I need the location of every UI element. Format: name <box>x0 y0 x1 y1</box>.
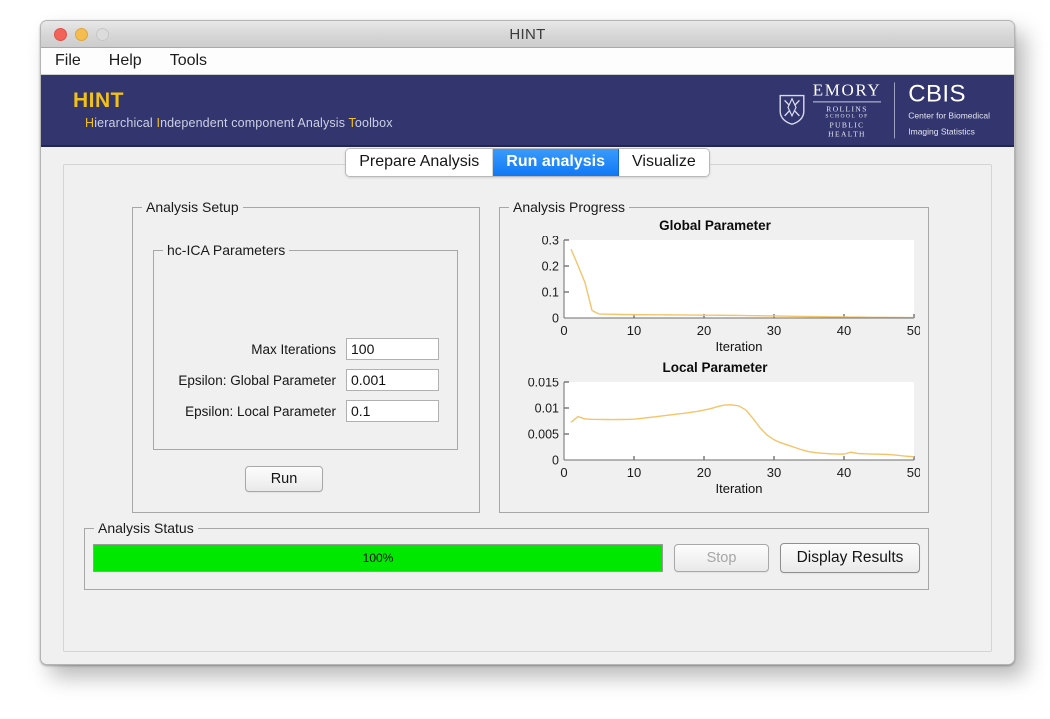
global-parameter-chart-svg: 0 10 20 30 40 50 0 0.1 0.2 0.3 Iteration <box>542 236 920 354</box>
analysis-status-legend: Analysis Status <box>94 520 198 536</box>
cbis-subtitle-line1: Center for Biomedical <box>908 110 990 121</box>
window-title: HINT <box>509 26 546 43</box>
tab-prepare-analysis[interactable]: Prepare Analysis <box>346 149 494 176</box>
cbis-word: CBIS <box>908 80 966 108</box>
brand-title: HINT <box>73 89 124 113</box>
run-button[interactable]: Run <box>245 466 323 492</box>
global-parameter-plot: Global Parameter 0 10 20 30 40 50 0 0.1 0.2 0.3 It… <box>510 218 920 356</box>
analysis-progress-bar: 100% <box>93 544 663 572</box>
content-area: Prepare Analysis Run analysis Visualize … <box>41 147 1014 664</box>
parameter-rows: Max Iterations Epsilon: Global Parameter… <box>154 338 457 431</box>
svg-text:10: 10 <box>627 323 641 338</box>
emory-line-school-of: SCHOOL OF <box>825 113 869 120</box>
svg-text:Iteration: Iteration <box>716 339 763 354</box>
max-iterations-input[interactable] <box>346 338 439 360</box>
max-iterations-label: Max Iterations <box>251 341 336 357</box>
emory-logo: EMORY ROLLINS SCHOOL OF PUBLIC HEALTH <box>779 80 882 139</box>
svg-text:30: 30 <box>767 323 781 338</box>
tab-run-analysis[interactable]: Run analysis <box>493 149 619 176</box>
cbis-logo: CBIS Center for Biomedical Imaging Stati… <box>908 80 990 138</box>
menu-tools[interactable]: Tools <box>168 51 209 71</box>
analysis-status-group: Analysis Status 100% Stop Display Result… <box>84 520 929 590</box>
analysis-setup-group: Analysis Setup hc-ICA Parameters Max Ite… <box>132 199 480 513</box>
analysis-setup-legend: Analysis Setup <box>142 199 243 215</box>
svg-text:0.2: 0.2 <box>542 260 559 274</box>
global-parameter-plot-title: Global Parameter <box>659 218 771 233</box>
menu-file[interactable]: File <box>53 51 83 71</box>
svg-text:0.005: 0.005 <box>528 428 559 442</box>
param-row-epsilon-global: Epsilon: Global Parameter <box>154 369 457 391</box>
hcica-parameters-group: hc-ICA Parameters Max Iterations Epsilon… <box>153 242 458 450</box>
emory-word: EMORY <box>812 80 882 100</box>
emory-line-rollins: ROLLINS <box>826 104 868 114</box>
svg-text:20: 20 <box>697 323 711 338</box>
partner-logos: EMORY ROLLINS SCHOOL OF PUBLIC HEALTH CB… <box>779 81 990 138</box>
svg-text:0: 0 <box>552 454 559 468</box>
svg-text:0.015: 0.015 <box>528 378 559 390</box>
svg-text:0.01: 0.01 <box>535 402 559 416</box>
epsilon-local-label: Epsilon: Local Parameter <box>185 403 336 419</box>
svg-text:30: 30 <box>767 465 781 480</box>
svg-text:50: 50 <box>907 323 920 338</box>
param-row-epsilon-local: Epsilon: Local Parameter <box>154 400 457 422</box>
svg-text:20: 20 <box>697 465 711 480</box>
stop-button[interactable]: Stop <box>674 544 769 572</box>
analysis-progress-label: 100% <box>362 551 394 565</box>
window-titlebar: HINT <box>41 21 1014 48</box>
svg-text:10: 10 <box>627 465 641 480</box>
tab-group: Prepare Analysis Run analysis Visualize <box>345 148 710 177</box>
svg-text:0: 0 <box>552 312 559 326</box>
svg-text:40: 40 <box>837 323 851 338</box>
emory-line-health: HEALTH <box>828 129 866 139</box>
display-results-button[interactable]: Display Results <box>780 543 920 573</box>
svg-text:0: 0 <box>560 465 567 480</box>
svg-text:0.3: 0.3 <box>542 236 559 248</box>
svg-text:0.1: 0.1 <box>542 286 559 300</box>
svg-text:Iteration: Iteration <box>716 481 763 496</box>
epsilon-local-input[interactable] <box>346 400 439 422</box>
menu-help[interactable]: Help <box>107 51 144 71</box>
hint-application-window: HINT File Help Tools HINT Hierarchical I… <box>40 20 1015 665</box>
svg-text:50: 50 <box>907 465 920 480</box>
hcica-parameters-legend: hc-ICA Parameters <box>163 242 290 258</box>
emory-shield-icon <box>779 94 805 126</box>
epsilon-global-label: Epsilon: Global Parameter <box>178 372 336 388</box>
status-controls: 100% Stop Display Results <box>93 543 920 573</box>
param-row-max-iterations: Max Iterations <box>154 338 457 360</box>
analysis-progress-group: Analysis Progress Global Parameter 0 10 20… <box>499 199 929 513</box>
tab-visualize[interactable]: Visualize <box>619 149 709 176</box>
menubar: File Help Tools <box>41 48 1014 75</box>
epsilon-global-input[interactable] <box>346 369 439 391</box>
logo-divider <box>894 81 896 138</box>
tabstrip: Prepare Analysis Run analysis Visualize <box>41 147 1014 177</box>
local-parameter-plot: Local Parameter 0 10 20 30 40 50 0 0.005 0.01 0.0… <box>510 360 920 498</box>
screen: HINT File Help Tools HINT Hierarchical I… <box>0 0 1050 719</box>
cbis-subtitle-line2: Imaging Statistics <box>908 125 975 136</box>
emory-line-public: PUBLIC <box>829 120 865 130</box>
analysis-progress-legend: Analysis Progress <box>509 199 630 215</box>
app-banner: HINT Hierarchical Independent component … <box>41 75 1014 147</box>
tab-panel-run-analysis: Analysis Setup hc-ICA Parameters Max Ite… <box>63 164 992 652</box>
emory-divider <box>812 101 882 103</box>
brand: HINT Hierarchical Independent component … <box>73 89 393 130</box>
svg-text:0: 0 <box>560 323 567 338</box>
local-parameter-plot-title: Local Parameter <box>662 360 768 375</box>
svg-text:40: 40 <box>837 465 851 480</box>
emory-wordmark: EMORY ROLLINS SCHOOL OF PUBLIC HEALTH <box>812 80 882 139</box>
local-parameter-chart-svg: 0 10 20 30 40 50 0 0.005 0.01 0.015 Iteration <box>528 378 920 496</box>
brand-subtitle: Hierarchical Independent component Analy… <box>85 115 393 130</box>
